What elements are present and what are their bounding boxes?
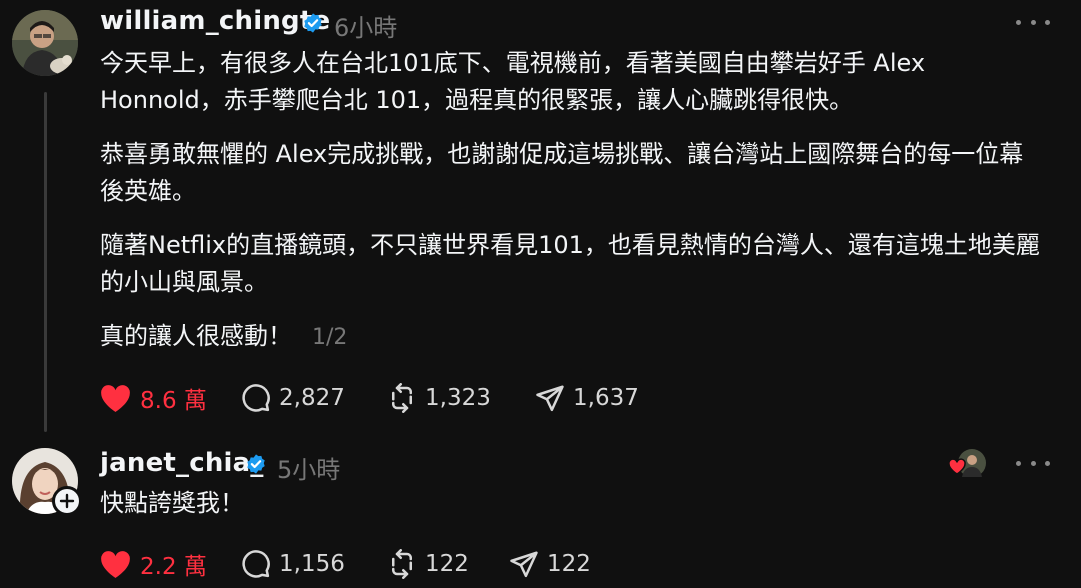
share-button[interactable]: 1,637 bbox=[535, 380, 639, 416]
comment-button[interactable]: 2,827 bbox=[241, 380, 345, 416]
post-paragraph: 恭喜勇敢無懼的 Alex完成挑戰，也謝謝促成這場挑戰、讓台灣站上國際舞台的每一位… bbox=[100, 140, 1024, 205]
repost-button[interactable]: 122 bbox=[387, 546, 469, 582]
post-username[interactable]: william_chingte bbox=[100, 6, 330, 36]
reply-username[interactable]: janet_chia_ bbox=[100, 448, 264, 478]
repost-count: 1,323 bbox=[425, 385, 491, 411]
plus-icon[interactable] bbox=[52, 486, 82, 516]
repost-button[interactable]: 1,323 bbox=[387, 380, 491, 416]
like-count: 8.6 萬 bbox=[140, 388, 207, 414]
like-button[interactable]: 2.2 萬 bbox=[99, 546, 207, 582]
avatar[interactable] bbox=[12, 10, 78, 76]
like-button[interactable]: 8.6 萬 bbox=[99, 380, 207, 416]
more-icon[interactable] bbox=[1016, 456, 1050, 470]
post-paragraph: 真的讓人很感動！ bbox=[100, 322, 292, 350]
share-button[interactable]: 122 bbox=[509, 546, 591, 582]
comment-icon bbox=[242, 384, 270, 412]
repost-icon bbox=[392, 549, 412, 579]
comment-count: 2,827 bbox=[279, 385, 345, 411]
post-paragraph: 隨著Netflix的直播鏡頭，不只讓世界看見101，也看見熱情的台灣人、還有這塊… bbox=[100, 231, 1040, 296]
more-icon[interactable] bbox=[1016, 15, 1050, 29]
post-time: 6小時 bbox=[334, 14, 398, 42]
comment-icon bbox=[242, 550, 270, 578]
heart-icon bbox=[101, 551, 130, 578]
verified-icon bbox=[247, 454, 265, 474]
share-icon bbox=[536, 385, 564, 412]
share-count: 122 bbox=[547, 551, 591, 577]
thread-line bbox=[44, 92, 47, 432]
heart-icon bbox=[101, 385, 130, 412]
like-count: 2.2 萬 bbox=[140, 554, 207, 580]
share-count: 1,637 bbox=[573, 385, 639, 411]
reply-time: 5小時 bbox=[277, 456, 341, 484]
post-paragraph: 今天早上，有很多人在台北101底下、電視機前，看著美國自由攀岩好手 Alex H… bbox=[100, 49, 926, 114]
reply-text: 快點誇獎我！ bbox=[100, 489, 244, 517]
liked-by-author-badge bbox=[948, 447, 988, 479]
verified-icon bbox=[304, 13, 322, 33]
share-icon bbox=[510, 551, 538, 578]
page-indicator: 1/2 bbox=[312, 325, 348, 350]
comment-button[interactable]: 1,156 bbox=[241, 546, 345, 582]
repost-count: 122 bbox=[425, 551, 469, 577]
repost-icon bbox=[392, 383, 412, 413]
comment-count: 1,156 bbox=[279, 551, 345, 577]
post-last-line: 真的讓人很感動！ 1/2 bbox=[100, 318, 1040, 356]
